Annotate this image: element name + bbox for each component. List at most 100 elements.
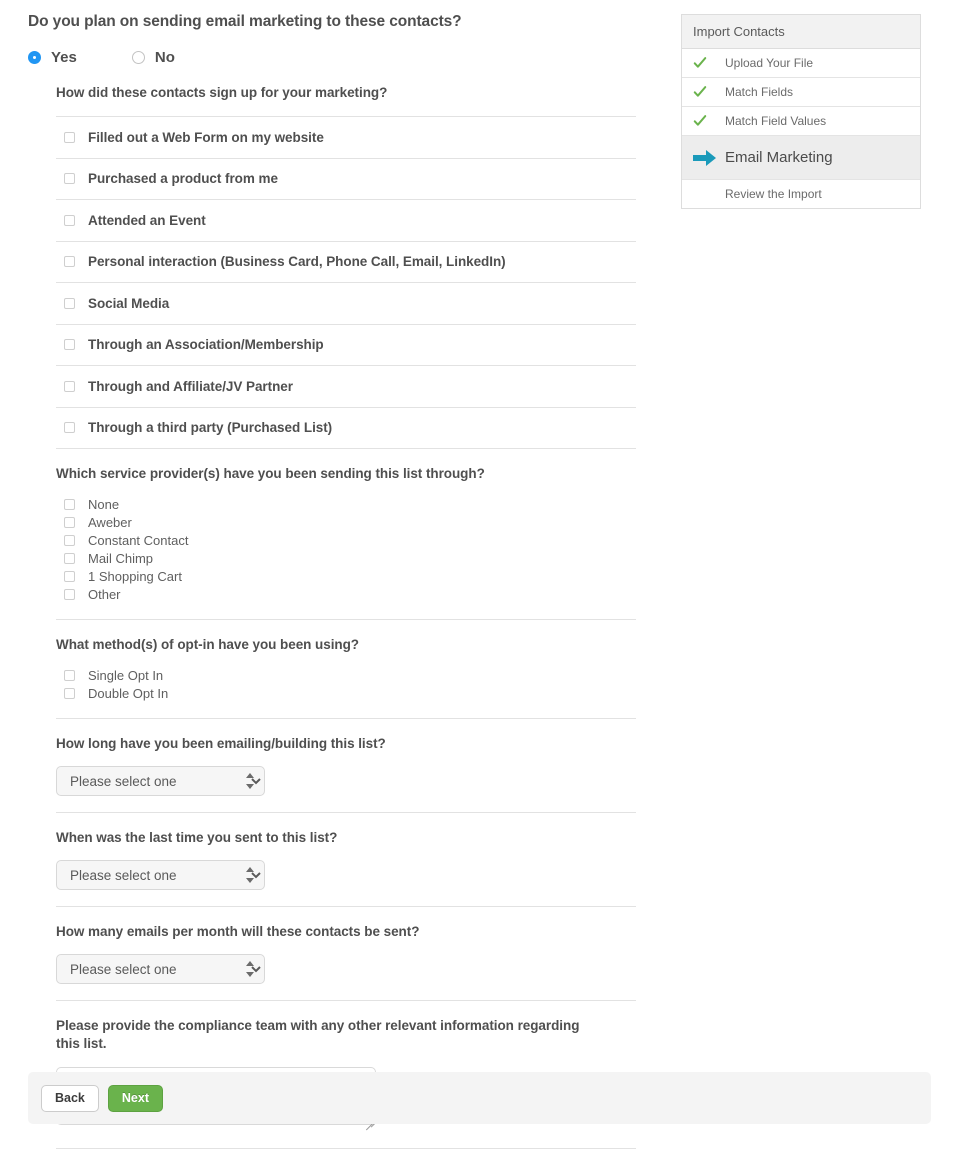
checkbox-icon[interactable]: [64, 214, 75, 226]
checkbox-row[interactable]: Through a third party (Purchased List): [56, 408, 636, 449]
lastsent-group: When was the last time you sent to this …: [56, 813, 636, 907]
checkbox-icon[interactable]: [64, 131, 75, 143]
volume-question-label: How many emails per month will these con…: [56, 924, 420, 939]
checkbox-row[interactable]: Other: [64, 585, 636, 603]
checkbox-row[interactable]: Constant Contact: [64, 531, 636, 549]
optin-question-label: What method(s) of opt-in have you been u…: [56, 637, 359, 652]
divider: [56, 1148, 636, 1149]
optin-group: What method(s) of opt-in have you been u…: [56, 620, 636, 719]
checkbox-label: None: [88, 496, 120, 512]
notes-question-label: Please provide the compliance team with …: [56, 1018, 580, 1051]
checkbox-label: Constant Contact: [88, 532, 189, 548]
checkbox-icon[interactable]: [64, 552, 75, 564]
checkbox-icon[interactable]: [64, 534, 75, 546]
checkbox-label: Through a third party (Purchased List): [88, 420, 333, 436]
checkbox-row[interactable]: Through and Affiliate/JV Partner: [56, 366, 636, 408]
checkbox-label: Social Media: [88, 295, 170, 311]
checkbox-row[interactable]: Mail Chimp: [64, 549, 636, 567]
checkbox-label: Purchased a product from me: [88, 171, 278, 187]
import-steps-panel: Import Contacts Upload Your File Match F…: [681, 14, 921, 209]
radio-dot-yes-icon[interactable]: [28, 50, 41, 64]
provider-group: Which service provider(s) have you been …: [56, 449, 636, 620]
sidebar-item-label: Match Field Values: [725, 114, 827, 128]
checkbox-icon[interactable]: [64, 669, 75, 681]
checkbox-icon[interactable]: [64, 570, 75, 582]
check-icon: [693, 56, 725, 70]
arrow-right-icon: [693, 149, 725, 167]
optin-options-list: Single Opt In Double Opt In: [56, 666, 636, 702]
email-marketing-form: Do you plan on sending email marketing t…: [28, 12, 640, 1149]
checkbox-icon[interactable]: [64, 687, 75, 699]
sidebar-item-label: Upload Your File: [725, 56, 814, 70]
checkbox-icon[interactable]: [64, 256, 75, 268]
radio-option-yes[interactable]: Yes: [28, 49, 77, 66]
checkbox-row[interactable]: Single Opt In: [64, 666, 636, 684]
checkbox-label: Mail Chimp: [88, 550, 154, 566]
volume-group: How many emails per month will these con…: [56, 907, 636, 1001]
conditional-yes-section: How did these contacts sign up for your …: [56, 84, 636, 1149]
provider-options-list: None Aweber Constant Contact Mail Chimp: [56, 495, 636, 603]
check-icon: [693, 114, 725, 128]
page-root: Do you plan on sending email marketing t…: [0, 0, 961, 1171]
checkbox-label: Aweber: [88, 514, 132, 530]
radio-option-no[interactable]: No: [131, 48, 175, 66]
checkbox-row[interactable]: Filled out a Web Form on my website: [56, 116, 636, 159]
checkbox-row[interactable]: Purchased a product from me: [56, 159, 636, 200]
checkbox-icon[interactable]: [64, 297, 75, 309]
next-button[interactable]: Next: [107, 1084, 163, 1112]
checkbox-label: Personal interaction (Business Card, Pho…: [88, 254, 506, 270]
signup-options-list: Filled out a Web Form on my website Purc…: [56, 116, 636, 449]
radio-dot-no-icon[interactable]: [131, 50, 145, 64]
checkbox-icon[interactable]: [64, 498, 75, 510]
checkbox-label: Single Opt In: [88, 667, 164, 683]
radio-label-yes: Yes: [51, 48, 77, 66]
lastsent-select-wrap: Please select one: [56, 860, 265, 890]
checkbox-row[interactable]: Social Media: [56, 283, 636, 325]
checkbox-icon[interactable]: [64, 516, 75, 528]
radio-label-no: No: [154, 48, 175, 66]
import-steps-title: Import Contacts: [682, 15, 920, 49]
checkbox-icon[interactable]: [64, 380, 75, 392]
sidebar-item-match-field-values[interactable]: Match Field Values: [682, 107, 920, 136]
check-icon: [693, 85, 725, 99]
lastsent-question-label: When was the last time you sent to this …: [56, 830, 338, 845]
checkbox-row[interactable]: None: [64, 495, 636, 513]
duration-question-label: How long have you been emailing/building…: [56, 736, 386, 751]
sidebar-item-label: Review the Import: [725, 187, 822, 201]
checkbox-row[interactable]: Through an Association/Membership: [56, 325, 636, 366]
checkbox-icon[interactable]: [64, 173, 75, 185]
page-title: Do you plan on sending email marketing t…: [28, 13, 462, 30]
signup-question-label: How did these contacts sign up for your …: [56, 85, 388, 100]
provider-question-label: Which service provider(s) have you been …: [56, 466, 485, 481]
email-marketing-radio-group: Yes No: [28, 46, 640, 68]
form-action-bar: Back Next: [28, 1072, 931, 1124]
lastsent-select[interactable]: Please select one: [56, 860, 265, 890]
checkbox-label: Filled out a Web Form on my website: [88, 129, 324, 145]
checkbox-label: Through and Affiliate/JV Partner: [88, 378, 293, 394]
checkbox-label: Through an Association/Membership: [88, 337, 324, 353]
checkbox-label: Other: [88, 586, 121, 602]
checkbox-icon[interactable]: [64, 588, 75, 600]
checkbox-label: Attended an Event: [88, 212, 206, 228]
volume-select[interactable]: Please select one: [56, 954, 265, 984]
sidebar-item-label: Email Marketing: [725, 149, 833, 166]
checkbox-row[interactable]: 1 Shopping Cart: [64, 567, 636, 585]
sidebar-item-review-the-import[interactable]: Review the Import: [682, 180, 920, 208]
duration-group: How long have you been emailing/building…: [56, 719, 636, 813]
duration-select-wrap: Please select one: [56, 766, 265, 796]
checkbox-icon[interactable]: [64, 422, 75, 434]
sidebar-item-match-fields[interactable]: Match Fields: [682, 78, 920, 107]
checkbox-row[interactable]: Double Opt In: [64, 684, 636, 702]
duration-select[interactable]: Please select one: [56, 766, 265, 796]
sidebar-item-label: Match Fields: [725, 85, 794, 99]
checkbox-label: Double Opt In: [88, 685, 169, 701]
checkbox-icon[interactable]: [64, 339, 75, 351]
sidebar-item-upload-your-file[interactable]: Upload Your File: [682, 49, 920, 78]
volume-select-wrap: Please select one: [56, 954, 265, 984]
checkbox-label: 1 Shopping Cart: [88, 568, 182, 584]
back-button[interactable]: Back: [41, 1084, 99, 1112]
sidebar-item-email-marketing[interactable]: Email Marketing: [682, 136, 920, 180]
checkbox-row[interactable]: Aweber: [64, 513, 636, 531]
checkbox-row[interactable]: Personal interaction (Business Card, Pho…: [56, 242, 636, 283]
checkbox-row[interactable]: Attended an Event: [56, 200, 636, 242]
